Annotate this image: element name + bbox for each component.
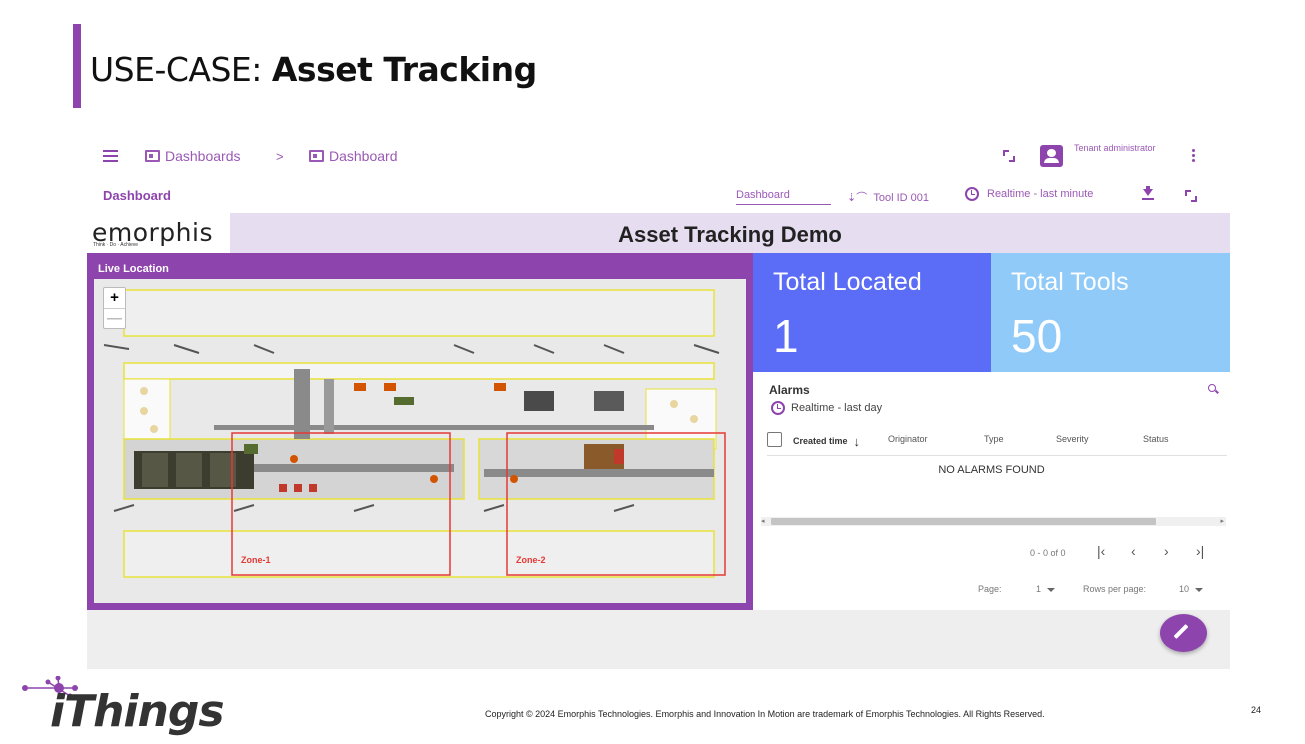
title-accent-bar: [73, 24, 81, 108]
clock-icon: [965, 187, 979, 201]
filter-icon: ⇣⌒: [847, 192, 868, 204]
dashboard-title: Asset Tracking Demo: [618, 222, 842, 247]
page-label: Page:: [978, 584, 1002, 594]
pager-range: 0 - 0 of 0: [1030, 548, 1066, 558]
dashboard-canvas: emorphis Think · Do · Achieve Asset Trac…: [87, 213, 1230, 669]
user-avatar-icon[interactable]: [1040, 145, 1063, 167]
zone-1-label: Zone-1: [241, 555, 271, 565]
page-select[interactable]: 1: [1036, 584, 1056, 594]
rows-per-page-select[interactable]: 10: [1179, 584, 1204, 594]
user-role: Tenant administrator: [1074, 143, 1156, 153]
scrollbar-thumb[interactable]: [771, 518, 1156, 525]
logo-cell: emorphis Think · Do · Achieve: [87, 213, 230, 253]
next-page-icon[interactable]: ›: [1164, 543, 1169, 559]
alarms-table-header: Created time ↓ Originator Type Severity S…: [767, 432, 1227, 456]
slide-title: USE-CASE: Asset Tracking: [90, 50, 537, 89]
zone-2-label: Zone-2: [516, 555, 546, 565]
horizontal-scrollbar[interactable]: ◂ ▸: [761, 517, 1226, 526]
empty-state: NO ALARMS FOUND: [938, 464, 1045, 476]
kpi-title: Total Located: [773, 268, 922, 296]
caret-down-icon: [1047, 587, 1056, 592]
col-severity[interactable]: Severity: [1056, 434, 1089, 444]
kpi-value: 1: [773, 310, 799, 362]
search-icon[interactable]: [1208, 384, 1219, 395]
slide: USE-CASE: Asset Tracking Dashboards > Da…: [0, 0, 1305, 744]
rows-per-page-label: Rows per page:: [1083, 584, 1147, 594]
dashboard-icon: [145, 150, 160, 162]
breadcrumb-label: Dashboard: [329, 148, 398, 164]
alarms-title: Alarms: [769, 383, 810, 397]
dashboard-select[interactable]: Dashboard: [736, 189, 831, 205]
first-page-icon[interactable]: |‹: [1097, 543, 1105, 559]
menu-icon[interactable]: [103, 150, 118, 162]
rows-value: 10: [1179, 584, 1190, 594]
scroll-right-icon[interactable]: ▸: [1220, 517, 1224, 526]
floor-plan-image: [94, 279, 746, 603]
col-created-time[interactable]: Created time ↓: [793, 434, 860, 449]
dashboard-icon: [309, 150, 324, 162]
kpi-value: 50: [1011, 310, 1063, 362]
col-type[interactable]: Type: [984, 434, 1004, 444]
page-value: 1: [1036, 584, 1042, 594]
last-page-icon[interactable]: ›|: [1196, 543, 1204, 559]
clock-icon: [771, 401, 785, 415]
copyright-text: Copyright © 2024 Emorphis Technologies. …: [485, 709, 1045, 719]
page-number: 24: [1251, 705, 1262, 715]
scroll-left-icon[interactable]: ◂: [761, 517, 765, 526]
col-label: Created time: [793, 435, 848, 446]
zoom-in-button[interactable]: +: [104, 288, 125, 308]
floor-map[interactable]: Zone-1 Zone-2 + —: [94, 279, 746, 603]
prev-page-icon[interactable]: ‹: [1131, 543, 1136, 559]
page-title: Dashboard: [103, 188, 171, 203]
total-located-card: Total Located 1: [753, 253, 991, 372]
dashboard-header: Asset Tracking Demo: [230, 213, 1230, 253]
alarms-time-window-label: Realtime - last day: [791, 402, 883, 414]
fullscreen-icon[interactable]: [1003, 150, 1015, 162]
alarms-widget: Alarms Realtime - last day Created time ↓…: [753, 372, 1230, 610]
download-icon[interactable]: [1142, 186, 1154, 201]
time-window-label: Realtime - last minute: [987, 188, 1094, 200]
zoom-control: + —: [103, 287, 126, 329]
sort-down-icon: ↓: [853, 434, 861, 449]
edit-fab-button[interactable]: [1160, 614, 1207, 652]
caret-down-icon: [1195, 587, 1204, 592]
total-tools-card: Total Tools 50: [991, 253, 1230, 372]
ithings-wordmark: iThings: [50, 686, 225, 737]
alarms-time-window[interactable]: Realtime - last day: [771, 401, 882, 415]
more-menu-icon[interactable]: [1192, 149, 1195, 164]
app-screenshot: Dashboards > Dashboard Tenant administra…: [87, 128, 1230, 669]
kpi-title: Total Tools: [1011, 268, 1129, 296]
breadcrumb-dashboards[interactable]: Dashboards: [145, 148, 241, 164]
tool-filter[interactable]: ⇣⌒ Tool ID 001: [847, 189, 929, 205]
slide-title-prefix: USE-CASE:: [90, 50, 272, 89]
top-bar: Dashboards > Dashboard Tenant administra…: [87, 128, 1230, 180]
fullscreen-dashboard-icon[interactable]: [1185, 190, 1197, 202]
live-location-widget: Live Location Zone-1 Zone-2 + —: [87, 253, 753, 610]
breadcrumb-dashboard[interactable]: Dashboard: [309, 148, 398, 164]
time-window[interactable]: Realtime - last minute: [965, 187, 1093, 201]
breadcrumb-label: Dashboards: [165, 148, 241, 164]
widget-title: Live Location: [98, 263, 169, 275]
slide-title-main: Asset Tracking: [271, 50, 537, 89]
breadcrumb-separator: >: [276, 149, 284, 164]
col-originator[interactable]: Originator: [888, 434, 928, 444]
logo-tagline: Think · Do · Achieve: [93, 242, 139, 248]
dashboard-toolbar: Dashboard Dashboard ⇣⌒ Tool ID 001 Realt…: [87, 180, 1230, 212]
select-all-checkbox[interactable]: [767, 432, 782, 447]
col-status[interactable]: Status: [1143, 434, 1169, 444]
tool-filter-label: Tool ID 001: [873, 192, 929, 204]
zoom-out-button[interactable]: —: [104, 308, 125, 328]
